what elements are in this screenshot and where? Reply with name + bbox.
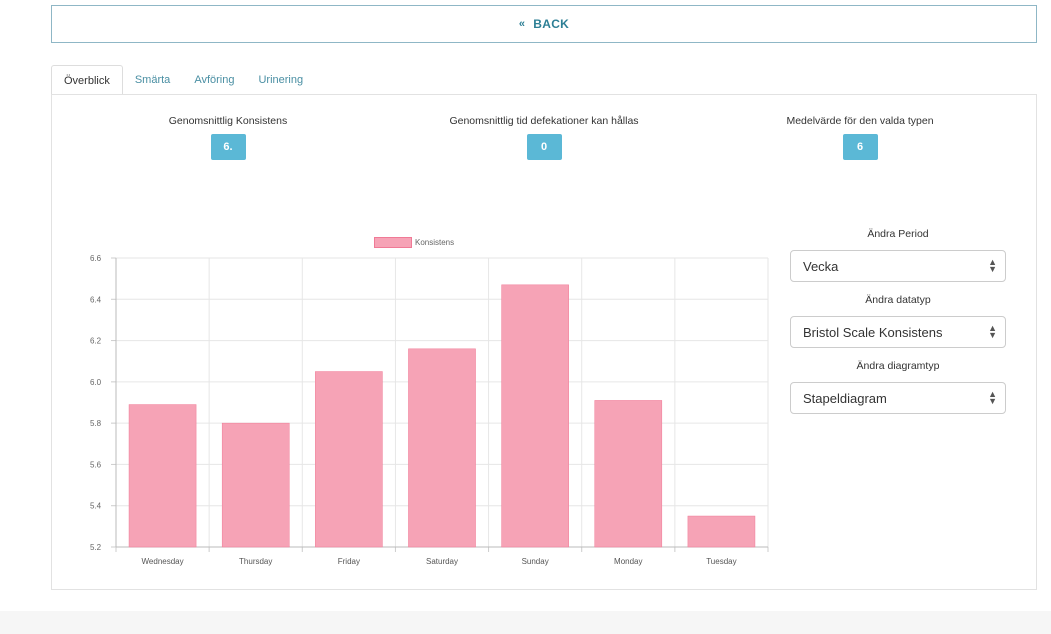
stat-badge: 6. <box>210 134 246 160</box>
stat-label: Genomsnittlig Konsistens <box>168 115 288 127</box>
bar-tuesday <box>687 515 756 548</box>
x-tick-label: Saturday <box>426 557 458 566</box>
double-chevron-left-icon: « <box>518 18 526 30</box>
stat-label: Genomsnittlig tid defekationer kan hålla… <box>449 115 639 127</box>
x-tick-label: Monday <box>614 557 642 566</box>
y-tick-label: 5.6 <box>90 460 102 469</box>
bar-friday <box>315 371 383 548</box>
y-tick-label: 6.6 <box>90 254 102 263</box>
tab-avforing[interactable]: Avföring <box>182 65 246 95</box>
bar-chart-svg: 5.2 5.4 5.6 5.8 6.0 6.2 6.4 6.6 Wednesday Thursda… <box>90 254 769 566</box>
select-arrows-icon: ▲ ▼ <box>988 389 997 406</box>
select-arrows-icon: ▲ ▼ <box>988 257 997 274</box>
charttype-value: Stapeldiagram <box>803 390 887 406</box>
x-tick-label: Tuesday <box>706 557 736 566</box>
select-arrows-icon: ▲ ▼ <box>988 323 997 340</box>
stat-badge: 6 <box>842 134 878 160</box>
datatype-label: Ändra datatyp <box>865 294 931 306</box>
footer-strip <box>0 611 1051 634</box>
bar-chart: 5.2 5.4 5.6 5.8 6.0 6.2 6.4 6.6 Wednesday Thursda… <box>80 225 780 585</box>
y-tick-label: 6.0 <box>90 378 102 387</box>
x-tick-label: Friday <box>338 557 360 566</box>
bar-saturday <box>408 348 476 548</box>
stat-avg-consistency: Genomsnittlig Konsistens 6. <box>138 115 318 160</box>
bar-monday <box>594 400 663 548</box>
tab-smarta[interactable]: Smärta <box>123 65 182 95</box>
tab-urinering[interactable]: Urinering <box>246 65 315 95</box>
stat-label: Medelvärde för den valda typen <box>786 115 934 127</box>
x-tick-label: Thursday <box>239 557 272 566</box>
charttype-select[interactable]: Stapeldiagram ▲ ▼ <box>790 382 1006 414</box>
back-button[interactable]: « BACK <box>51 5 1037 43</box>
back-label: BACK <box>533 17 570 31</box>
chart-controls: Ändra Period Vecka ▲ ▼ Ändra datatyp Bris… <box>790 228 1006 426</box>
y-tick-label: 5.4 <box>90 502 102 511</box>
period-label: Ändra Period <box>867 228 929 240</box>
y-tick-label: 6.4 <box>90 295 102 304</box>
y-tick-label: 6.2 <box>90 337 102 346</box>
x-tick-label: Sunday <box>522 557 549 566</box>
datatype-select[interactable]: Bristol Scale Konsistens ▲ ▼ <box>790 316 1006 348</box>
bar-thursday <box>221 422 290 548</box>
y-tick-label: 5.2 <box>90 543 102 552</box>
stat-badge: 0 <box>526 134 562 160</box>
period-select[interactable]: Vecka ▲ ▼ <box>790 250 1006 282</box>
charttype-label: Ändra diagramtyp <box>856 360 940 372</box>
y-tick-label: 5.8 <box>90 419 102 428</box>
datatype-value: Bristol Scale Konsistens <box>803 324 943 340</box>
tab-bar: Överblick Smärta Avföring Urinering <box>51 64 1037 95</box>
tab-overblick[interactable]: Överblick <box>51 65 123 95</box>
x-tick-label: Wednesday <box>142 557 184 566</box>
stat-avg-selected-type: Medelvärde för den valda typen 6 <box>745 115 975 160</box>
bar-wednesday <box>128 404 197 548</box>
stat-avg-hold-time: Genomsnittlig tid defekationer kan hålla… <box>410 115 678 160</box>
period-value: Vecka <box>803 258 839 274</box>
bar-sunday <box>501 284 569 548</box>
